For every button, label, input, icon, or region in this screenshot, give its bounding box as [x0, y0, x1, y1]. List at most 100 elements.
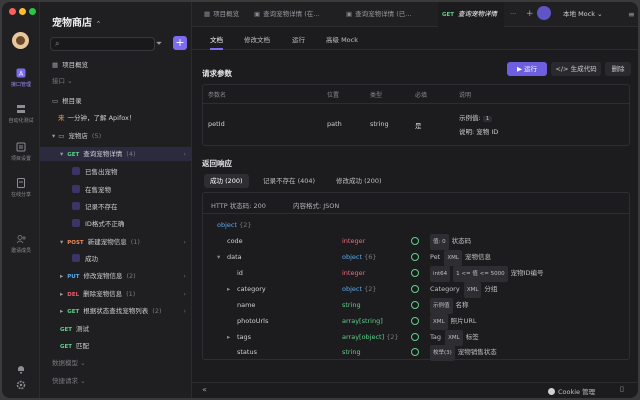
tab-docs[interactable]: 文档	[210, 32, 223, 50]
subtab-label: 文档	[210, 36, 223, 44]
generate-code-button[interactable]: </> 生成代码	[551, 62, 601, 76]
section-quick-request[interactable]: 快捷请求 ⌄	[40, 374, 192, 388]
sidebar-api-get-pet[interactable]: ▾ GET 查询宠物详情 (4) ›	[40, 147, 192, 161]
sidebar-case[interactable]: 已售出宠物	[40, 165, 192, 179]
schema-field[interactable]: code integer 值: 0 状态码	[203, 233, 631, 250]
rail-item-share[interactable]: 在线分享	[2, 178, 40, 198]
chevron-down-icon: ⌄	[67, 77, 73, 85]
cookie-manager-button[interactable]: Cookie 管理	[548, 386, 595, 396]
rail-item-test[interactable]: 自动化测试	[2, 104, 40, 124]
minimize-window-icon[interactable]	[19, 8, 26, 15]
rail-item-api[interactable]: A 接口管理	[2, 68, 40, 88]
check-icon	[411, 253, 419, 261]
sidebar-api-find-by-status[interactable]: ▸ GET 根据状态查找宠物列表 (2) ›	[40, 304, 192, 318]
settings-icon	[16, 142, 26, 152]
rail-label: 自动化测试	[8, 118, 34, 124]
sidebar-case[interactable]: 记录不存在	[40, 200, 192, 214]
maximize-window-icon[interactable]	[29, 8, 36, 15]
delete-button[interactable]: 删除	[605, 62, 631, 76]
tab-overview[interactable]: ▦ 项目概览	[200, 2, 239, 27]
schema-field[interactable]: name string 示例值 名称	[203, 297, 631, 314]
run-button[interactable]: ▶ 运行	[507, 62, 547, 76]
sidebar-item-intro[interactable]: 来一分钟，了解 Apifox！	[40, 111, 192, 125]
tab-response-200-modify[interactable]: 修改成功 (200)	[330, 174, 388, 188]
field-ref: Category	[430, 285, 460, 293]
tab-pet-detail-1[interactable]: ▣ 查询宠物详情 (在...	[250, 2, 319, 27]
rail-item-settings[interactable]: 项目设置	[2, 142, 40, 162]
schema-field[interactable]: id integer int64 1 <= 值 <= 5000 宠物ID编号	[203, 265, 631, 282]
check-icon	[411, 285, 419, 293]
tab-pet-detail-2[interactable]: ▣ 查询宠物详情 (已...	[342, 2, 411, 27]
tab-run[interactable]: 运行	[292, 32, 305, 50]
sidebar-item-root[interactable]: ▭ 根目录	[40, 94, 192, 108]
sidebar-item-overview[interactable]: ▦ 项目概览	[40, 58, 192, 72]
search-input[interactable]: ⌕	[50, 37, 155, 51]
sidebar-api-match[interactable]: GET 匹配	[40, 339, 192, 353]
case-count: (2)	[152, 307, 162, 315]
field-chip: 示例值	[430, 298, 453, 314]
gear-icon[interactable]	[16, 380, 26, 390]
sidebar-case[interactable]: 成功	[40, 252, 192, 266]
method-badge: GET	[67, 152, 80, 158]
caret-down-icon: ▾	[52, 132, 56, 140]
schema-field[interactable]: ▾ data object {6} Pet XML 宠物信息	[203, 249, 631, 266]
filter-icon[interactable]: ⏷	[152, 37, 166, 51]
field-name: tags	[237, 333, 252, 341]
case-count: (1)	[130, 238, 140, 246]
schema-field[interactable]: ▸ tags array[object] {2} Tag XML 标签	[203, 329, 631, 346]
sidebar-case[interactable]: ID格式不正确	[40, 217, 192, 231]
env-icon[interactable]	[537, 6, 551, 20]
caret-right-icon: ▸	[60, 307, 64, 315]
field-type-count: {2}	[386, 333, 399, 341]
cookie-label: Cookie 管理	[558, 388, 596, 396]
grid-icon: ▦	[52, 61, 59, 69]
sidebar-folder-petstore[interactable]: ▾ ▭ 宠物店 (5)	[40, 129, 192, 143]
layout-icon[interactable]: ▯	[620, 385, 624, 393]
more-label: ···	[510, 10, 517, 18]
env-selector[interactable]: 本地 Mock ⌄	[559, 2, 603, 27]
api-group-label: 接口	[52, 77, 65, 85]
overview-label: 项目概览	[62, 61, 89, 69]
rail-item-invite[interactable]: 邀请成员	[2, 234, 40, 254]
chevron-right-icon: ›	[183, 150, 186, 158]
section-models[interactable]: 数据模型 ⌄	[40, 356, 192, 370]
field-name: photoUrls	[237, 317, 269, 325]
sidebar-case[interactable]: 在售宠物	[40, 183, 192, 197]
header-required: 必填	[415, 92, 428, 99]
schema-field[interactable]: photoUrls array[string] XML 照片URL	[203, 313, 631, 330]
collapse-sidebar-button[interactable]: «	[202, 385, 207, 394]
close-window-icon[interactable]	[9, 8, 16, 15]
header-type: 类型	[370, 92, 383, 99]
param-required: 是	[415, 122, 422, 130]
field-type-wrap: array[object] {2}	[342, 329, 399, 345]
section-api[interactable]: 接口 ⌄	[40, 74, 192, 88]
tab-advanced-mock[interactable]: 高级 Mock	[326, 32, 358, 50]
check-icon	[411, 317, 419, 325]
menu-icon[interactable]: ≡	[624, 2, 635, 27]
avatar[interactable]	[12, 32, 29, 49]
schema-field[interactable]: status string 枚举(3) 宠物销售状态	[203, 344, 631, 361]
project-switcher[interactable]: 宠物商店 ⌃	[52, 14, 101, 29]
api-name: 删除宠物信息	[83, 290, 123, 298]
example-value: 1	[482, 116, 493, 122]
add-button[interactable]: +	[173, 36, 187, 50]
tab-more-button[interactable]: ···	[506, 2, 516, 27]
sidebar-api-put-pet[interactable]: ▸ PUT 修改宠物信息 (2) ›	[40, 269, 192, 283]
sidebar-api-test[interactable]: GET 测试	[40, 322, 192, 336]
bell-icon[interactable]	[16, 364, 26, 374]
param-type: string	[370, 120, 389, 128]
api-name: 修改宠物信息	[83, 272, 123, 280]
desc-label: 说明:	[459, 128, 475, 136]
schema-field[interactable]: ▸ category object {2} Category XML 分组	[203, 281, 631, 298]
tab-response-404[interactable]: 记录不存在 (404)	[257, 174, 321, 188]
api-name: 匹配	[76, 342, 90, 350]
case-icon	[72, 167, 80, 175]
tab-edit-docs[interactable]: 修改文档	[244, 32, 270, 50]
chevron-down-icon: ⌄	[597, 10, 603, 18]
tab-get-pet-detail[interactable]: GET 查询宠物详情	[438, 2, 504, 27]
new-tab-button[interactable]: +	[522, 2, 534, 27]
sidebar-api-del-pet[interactable]: ▸ DEL 删除宠物信息 (1) ›	[40, 287, 192, 301]
sidebar-api-post-pet[interactable]: ▾ POST 新建宠物信息 (1) ›	[40, 235, 192, 249]
tab-response-200[interactable]: 成功 (200)	[204, 174, 249, 188]
run-label: 运行	[524, 65, 538, 73]
